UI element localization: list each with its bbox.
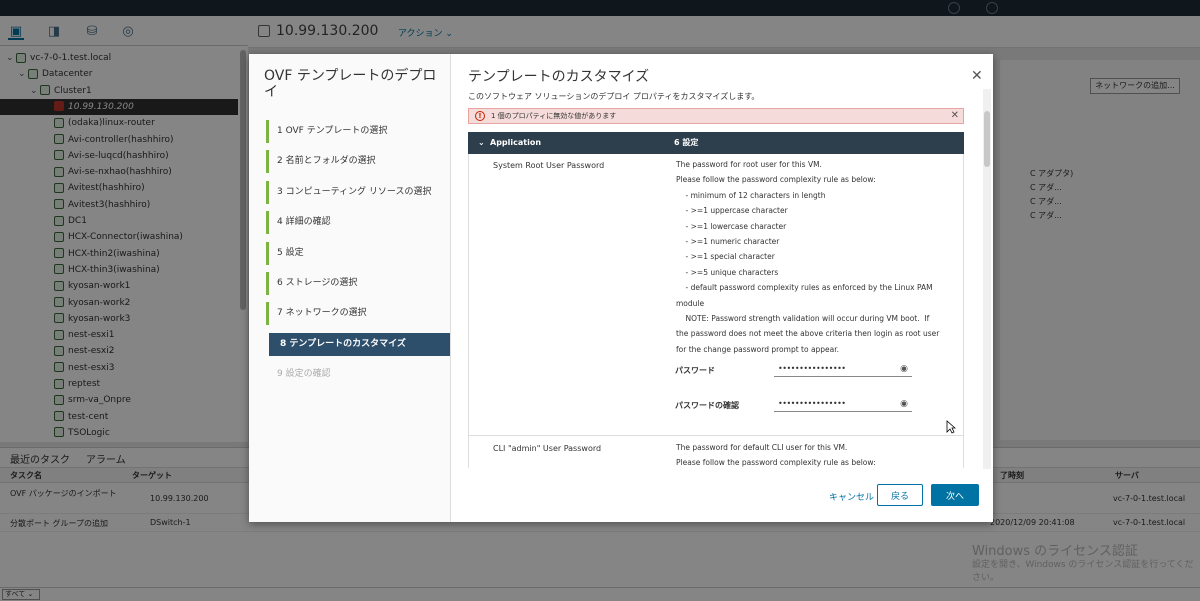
wizard-step-2[interactable]: 2 名前とフォルダの選択: [266, 150, 449, 174]
dialog-footer: キャンセル 戻る 次へ: [451, 479, 993, 522]
password-value: ••••••••••••••••: [778, 364, 846, 373]
wizard-step-5[interactable]: 5 設定: [266, 241, 449, 265]
back-button[interactable]: 戻る: [877, 484, 923, 506]
alert-close-icon[interactable]: ✕: [951, 109, 959, 123]
confirm-password-label: パスワードの確認: [675, 401, 739, 410]
property-description: The password for default CLI user for th…: [676, 443, 876, 468]
wizard-step-6[interactable]: 6 ストレージの選択: [266, 272, 449, 295]
scrollbar-thumb[interactable]: [984, 111, 990, 167]
section-header-application[interactable]: ⌄ Application 6 設定: [468, 132, 964, 154]
next-button[interactable]: 次へ: [931, 484, 979, 506]
wizard-title: OVF テンプレートのデプロイ: [264, 68, 437, 100]
deploy-ovf-dialog: OVF テンプレートのデプロイ 1 OVF テンプレートの選択 2 名前とフォルダ…: [249, 54, 993, 522]
chevron-down-icon[interactable]: ⌄: [478, 132, 485, 154]
error-icon: !: [475, 111, 485, 121]
properties-scroll-area[interactable]: ⌄ Application 6 設定 System Root User Pass…: [468, 132, 964, 468]
wizard-step-1[interactable]: 1 OVF テンプレートの選択: [266, 120, 449, 143]
wizard-step-9: 9 設定の確認: [277, 369, 331, 380]
confirm-password-input[interactable]: •••••••••••••••• ◉: [774, 398, 912, 412]
error-alert: ! 1 個のプロパティに無効な値があります ✕: [468, 108, 964, 124]
wizard-steps-pane: OVF テンプレートのデプロイ 1 OVF テンプレートの選択 2 名前とフォルダ…: [249, 54, 451, 522]
eye-icon[interactable]: ◉: [900, 398, 908, 410]
wizard-step-4[interactable]: 4 詳細の確認: [266, 211, 449, 235]
property-label: CLI "admin" User Password: [493, 444, 602, 453]
divider: [469, 435, 963, 436]
password-input[interactable]: •••••••••••••••• ◉: [774, 363, 912, 377]
confirm-password-value: ••••••••••••••••: [778, 399, 846, 408]
property-description: The password for root user for this VM. …: [676, 160, 940, 354]
page-subtitle: このソフトウェア ソリューションのデプロイ プロパティをカスタマイズします。: [468, 92, 760, 101]
page-title: テンプレートのカスタマイズ: [468, 69, 650, 85]
wizard-step-3[interactable]: 3 コンピューティング リソースの選択: [266, 180, 449, 204]
section-count: 6 設定: [674, 138, 699, 147]
password-label: パスワード: [675, 366, 715, 375]
content-scrollbar[interactable]: [983, 89, 991, 469]
cancel-button[interactable]: キャンセル: [823, 489, 880, 504]
wizard-content: テンプレートのカスタマイズ このソフトウェア ソリューションのデプロイ プロパテ…: [451, 54, 993, 522]
alert-text: 1 個のプロパティに無効な値があります: [491, 112, 617, 120]
mouse-cursor-icon: [946, 420, 956, 434]
eye-icon[interactable]: ◉: [900, 363, 908, 375]
close-icon[interactable]: ✕: [971, 68, 983, 84]
section-name: Application: [490, 138, 542, 147]
wizard-step-7[interactable]: 7 ネットワークの選択: [266, 302, 449, 326]
wizard-step-8[interactable]: 8 テンプレートのカスタマイズ: [269, 332, 450, 356]
property-label: System Root User Password: [493, 161, 605, 170]
properties-list: System Root User Password The password f…: [468, 154, 964, 468]
